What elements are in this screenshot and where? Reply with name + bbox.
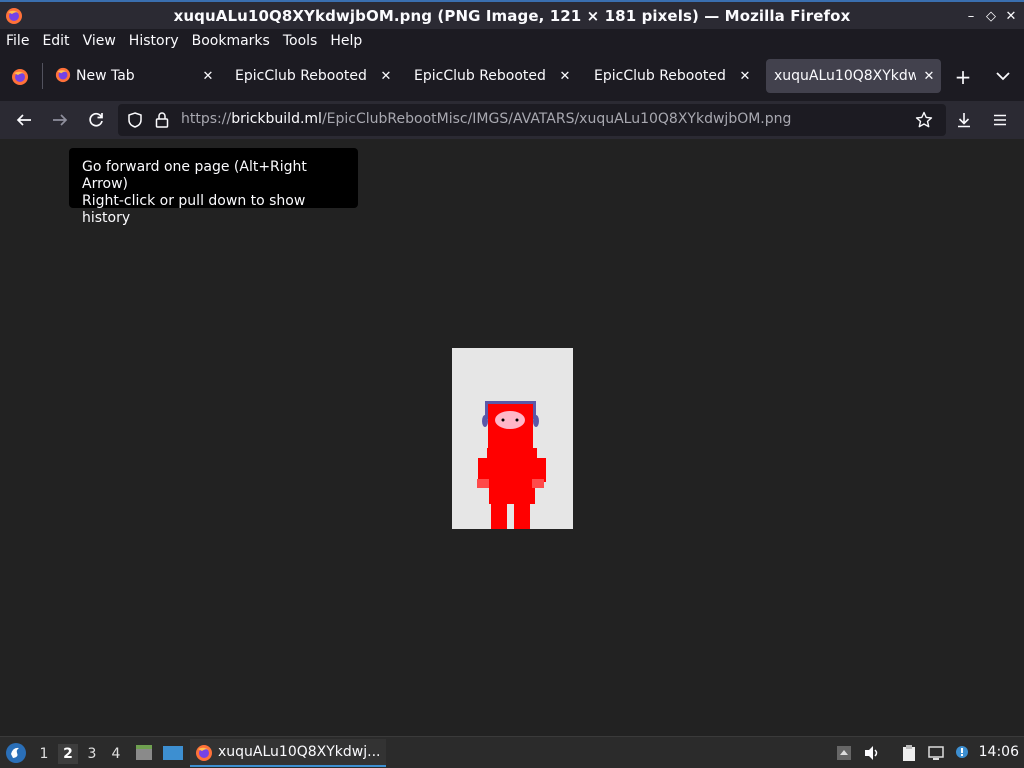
menu-history[interactable]: History xyxy=(129,33,179,49)
taskbar-window-label: xuquALu10Q8XYkdwj... xyxy=(218,744,381,760)
window-titlebar: xuquALu10Q8XYkdwjbOM.png (PNG Image, 121… xyxy=(0,0,1024,29)
workspace-3[interactable]: 3 xyxy=(82,744,102,764)
tab-label: xuquALu10Q8XYkdwj xyxy=(774,68,916,84)
tab-label: EpicClub Rebooted xyxy=(594,68,726,84)
tracking-protection-shield-icon[interactable] xyxy=(127,112,143,128)
avatar-image[interactable] xyxy=(452,348,573,529)
forward-button-tooltip: Go forward one page (Alt+Right Arrow) Ri… xyxy=(69,148,358,226)
start-menu-icon[interactable] xyxy=(5,742,27,764)
reload-button[interactable] xyxy=(84,108,108,132)
tab-epicclub-2[interactable]: EpicClub Rebooted ✕ xyxy=(407,59,577,93)
workspace-4[interactable]: 4 xyxy=(106,744,126,764)
close-tab-icon[interactable]: ✕ xyxy=(200,68,216,84)
url-prefix: https:// xyxy=(181,111,232,127)
close-tab-icon[interactable]: ✕ xyxy=(737,68,753,84)
bookmark-star-icon[interactable] xyxy=(915,111,933,129)
downloads-button[interactable] xyxy=(952,108,976,132)
tooltip-line-1: Go forward one page (Alt+Right Arrow) xyxy=(82,159,307,192)
file-manager-icon[interactable] xyxy=(134,743,154,763)
volume-icon[interactable] xyxy=(863,744,881,762)
menu-tools[interactable]: Tools xyxy=(283,33,318,49)
hamburger-menu-icon xyxy=(994,114,1006,126)
menu-edit[interactable]: Edit xyxy=(42,33,69,49)
lock-icon[interactable] xyxy=(154,111,170,129)
avatar-figure xyxy=(477,401,546,529)
tab-epicclub-3[interactable]: EpicClub Rebooted ✕ xyxy=(587,59,757,93)
close-icon[interactable]: ✕ xyxy=(1002,7,1020,25)
reload-icon xyxy=(89,112,103,127)
tooltip-line-2: Right-click or pull down to show history xyxy=(82,193,306,226)
url-text[interactable]: https://brickbuild.ml/EpicClubRebootMisc… xyxy=(181,111,791,127)
taskbar: 1 2 3 4 xuquALu10Q8XYkdwj... 14:06 xyxy=(0,736,1024,768)
tab-new-tab[interactable]: New Tab ✕ xyxy=(50,59,220,93)
menu-view[interactable]: View xyxy=(83,33,116,49)
page-content xyxy=(0,139,1024,736)
menubar: File Edit View History Bookmarks Tools H… xyxy=(0,29,1024,53)
menu-file[interactable]: File xyxy=(6,33,29,49)
taskbar-firefox-window[interactable]: xuquALu10Q8XYkdwj... xyxy=(190,739,386,767)
firefox-icon xyxy=(196,745,212,761)
url-path: /EpicClubRebootMisc/IMGS/AVATARS/xuquALu… xyxy=(321,111,792,127)
firefox-icon xyxy=(6,8,22,24)
forward-arrow-icon xyxy=(53,114,68,126)
clipboard-icon[interactable] xyxy=(900,744,918,762)
workspace-1[interactable]: 1 xyxy=(34,744,54,764)
firefox-view-icon[interactable] xyxy=(11,68,29,86)
tab-label: EpicClub Rebooted xyxy=(414,68,546,84)
navigation-bar: https://brickbuild.ml/EpicClubRebootMisc… xyxy=(0,101,1024,139)
tab-active-image[interactable]: xuquALu10Q8XYkdwj ✕ xyxy=(766,59,941,93)
firefox-icon xyxy=(55,67,71,83)
chevron-down-icon[interactable] xyxy=(995,70,1011,82)
menu-bookmarks[interactable]: Bookmarks xyxy=(192,33,270,49)
tab-separator xyxy=(42,63,43,89)
new-tab-plus-icon[interactable]: + xyxy=(953,67,973,87)
tray-updates-icon[interactable] xyxy=(835,744,853,762)
close-tab-icon[interactable]: ✕ xyxy=(557,68,573,84)
minimize-icon[interactable]: – xyxy=(962,7,980,25)
url-domain: brickbuild.ml xyxy=(231,111,322,127)
window-title: xuquALu10Q8XYkdwjbOM.png (PNG Image, 121… xyxy=(173,6,851,25)
notification-icon[interactable] xyxy=(953,744,971,762)
tab-label: New Tab xyxy=(76,68,135,84)
close-tab-icon[interactable]: ✕ xyxy=(921,68,937,84)
back-button[interactable] xyxy=(12,108,36,132)
forward-button[interactable] xyxy=(48,108,72,132)
app-menu-button[interactable] xyxy=(988,108,1012,132)
menu-help[interactable]: Help xyxy=(330,33,362,49)
download-icon xyxy=(958,113,970,128)
maximize-icon[interactable]: ◇ xyxy=(982,7,1000,25)
url-bar[interactable]: https://brickbuild.ml/EpicClubRebootMisc… xyxy=(118,104,946,136)
tab-strip: New Tab ✕ EpicClub Rebooted ✕ EpicClub R… xyxy=(0,53,1024,101)
back-arrow-icon xyxy=(16,114,31,126)
network-icon[interactable] xyxy=(927,744,945,762)
clock[interactable]: 14:06 xyxy=(979,744,1019,760)
show-desktop-icon[interactable] xyxy=(162,743,184,763)
tab-label: EpicClub Rebooted xyxy=(235,68,367,84)
tab-epicclub-1[interactable]: EpicClub Rebooted ✕ xyxy=(228,59,398,93)
workspace-2[interactable]: 2 xyxy=(58,744,78,764)
close-tab-icon[interactable]: ✕ xyxy=(378,68,394,84)
